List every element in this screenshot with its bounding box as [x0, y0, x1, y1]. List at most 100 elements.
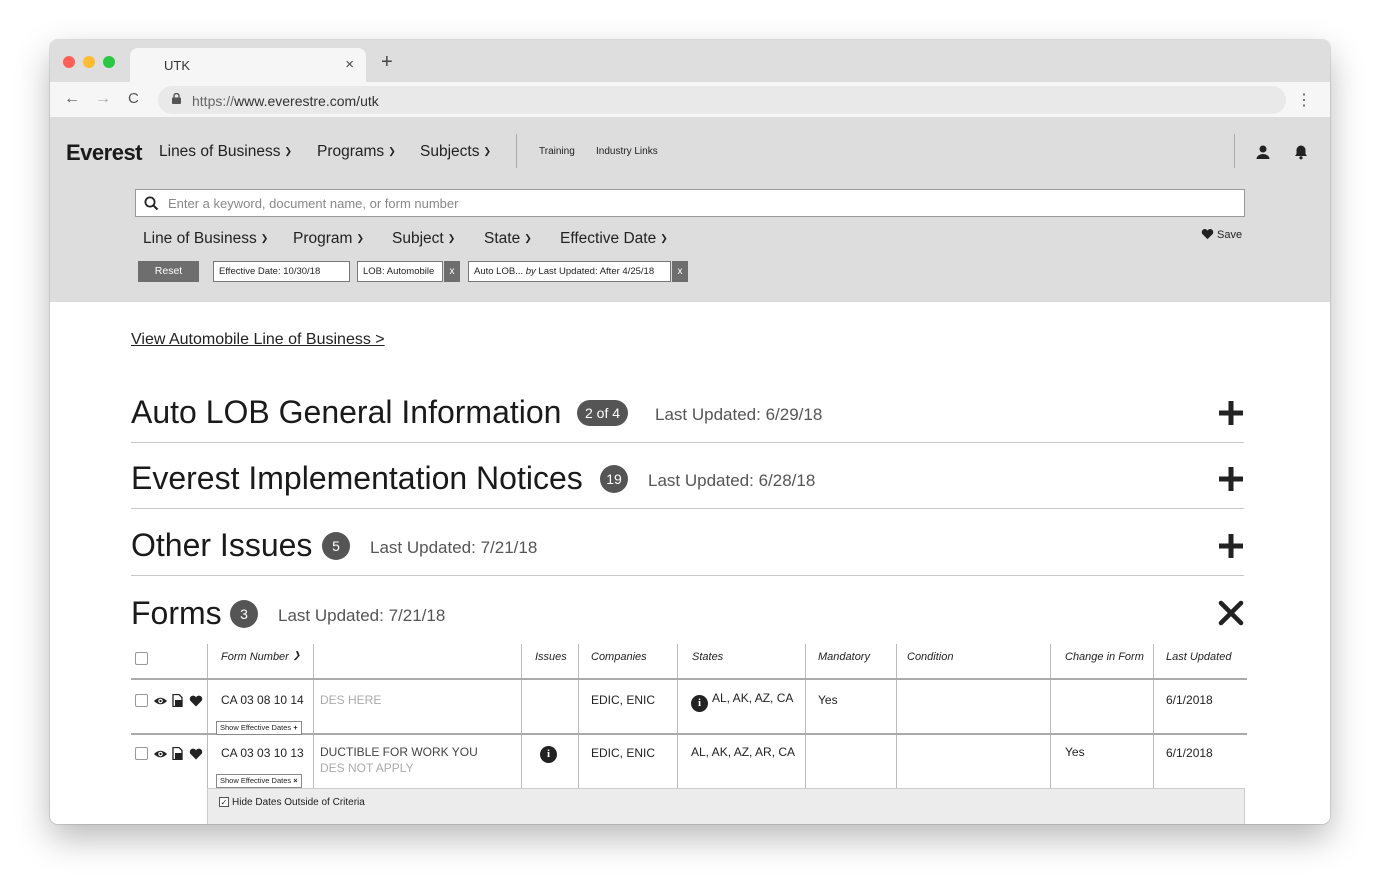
issues-info-icon[interactable]: i [540, 746, 557, 763]
filter-effective-date[interactable]: Effective Date ❯ [560, 230, 668, 248]
hide-dates-label[interactable]: Hide Dates Outside of Criteria [232, 797, 365, 808]
states-cell: i AL, AK, AZ, CA [691, 691, 793, 712]
section-auto-lob-general-information[interactable]: Auto LOB General Information 2 of 4 Last… [131, 394, 1244, 434]
filter-program[interactable]: Program ❯ [293, 230, 364, 248]
section-last-updated: Last Updated: 7/21/18 [278, 606, 446, 625]
remove-chip-last-updated-button[interactable]: x [672, 261, 688, 282]
nav-lines-of-business[interactable]: Lines of Business ❯ [159, 143, 292, 161]
url-scheme: https:// [192, 93, 235, 109]
filter-chip-last-updated[interactable]: Auto LOB... by Last Updated: After 4/25/… [468, 261, 671, 282]
everest-logo[interactable]: Everest [66, 140, 143, 166]
chip-label-suffix: Last Updated: After 4/25/18 [535, 266, 655, 277]
search-icon[interactable] [144, 196, 159, 211]
table-col-divider [677, 644, 678, 790]
back-arrow-icon[interactable]: ← [64, 90, 80, 108]
nav-label: Lines of Business [159, 143, 281, 160]
col-header-form-number[interactable]: Form Number ❯ [221, 650, 301, 663]
change-in-form-cell: Yes [1065, 745, 1085, 759]
section-count-badge: 5 [322, 532, 350, 560]
filter-line-of-business[interactable]: Line of Business ❯ [143, 230, 268, 248]
reload-icon[interactable]: C [128, 90, 139, 107]
remove-chip-lob-button[interactable]: x [444, 261, 460, 282]
section-title: Forms [131, 595, 222, 631]
show-effective-dates-label: Show Effective Dates [220, 723, 292, 732]
table-col-divider [896, 644, 897, 790]
heart-icon [1201, 229, 1214, 240]
filter-chip-lob[interactable]: LOB: Automobile [357, 261, 443, 282]
eye-icon[interactable] [153, 748, 168, 760]
hide-dates-checkbox[interactable]: ✓ [219, 797, 229, 807]
search-input[interactable] [168, 190, 1228, 216]
filter-label: Line of Business [143, 230, 257, 247]
forward-arrow-icon[interactable]: → [95, 90, 111, 108]
filter-subject[interactable]: Subject ❯ [392, 230, 455, 248]
collapse-close-icon[interactable] [1218, 600, 1244, 626]
show-effective-dates-button[interactable]: Show Effective Dates + [216, 721, 302, 735]
new-tab-button[interactable]: + [381, 52, 393, 72]
user-icon[interactable] [1255, 144, 1271, 160]
section-forms[interactable]: Forms 3 Last Updated: 7/21/18 [131, 595, 1244, 635]
filter-label: State [484, 230, 521, 247]
row-select-checkbox[interactable] [135, 694, 148, 707]
chevron-down-icon: ❯ [292, 650, 301, 660]
row-select-checkbox[interactable] [135, 747, 148, 760]
chevron-down-icon: ❯ [388, 146, 396, 156]
close-icon: × [293, 776, 298, 785]
nav-divider [1234, 134, 1235, 168]
section-count-badge: 3 [230, 600, 258, 628]
chevron-down-icon: ❯ [260, 233, 269, 243]
hide-effective-dates-button[interactable]: Show Effective Dates × [216, 774, 302, 788]
app-header: Everest Lines of Business ❯ Programs ❯ Sub… [50, 118, 1330, 302]
document-icon[interactable] [172, 746, 184, 761]
chip-label-by: by [525, 266, 536, 277]
section-everest-implementation-notices[interactable]: Everest Implementation Notices 19 Last U… [131, 460, 1244, 500]
nav-label: Programs [317, 143, 385, 160]
eye-icon[interactable] [153, 695, 168, 707]
filter-chip-effective-date[interactable]: Effective Date: 10/30/18 [213, 261, 350, 282]
section-last-updated: Last Updated: 6/28/18 [648, 471, 816, 490]
last-updated-cell: 6/1/2018 [1166, 693, 1213, 707]
chevron-down-icon: ❯ [483, 146, 491, 156]
table-col-divider [578, 644, 579, 790]
heart-icon[interactable] [189, 748, 203, 760]
search-box [135, 189, 1245, 217]
section-divider [131, 442, 1244, 443]
close-window-button[interactable] [63, 56, 75, 68]
minimize-window-button[interactable] [83, 56, 95, 68]
filter-label: Effective Date [560, 230, 657, 247]
tab-close-icon[interactable]: × [345, 56, 354, 73]
table-col-divider [1050, 644, 1051, 790]
save-button[interactable]: Save [1201, 228, 1242, 241]
browser-menu-icon[interactable]: ⋮ [1296, 90, 1312, 110]
url-field[interactable]: https://www.everestre.com/utk [158, 86, 1286, 114]
expand-plus-icon[interactable] [1218, 466, 1244, 492]
expand-plus-icon[interactable] [1218, 400, 1244, 426]
heart-icon[interactable] [189, 695, 203, 707]
chip-label-prefix: Auto LOB... [474, 266, 526, 277]
states-cell: AL, AK, AZ, AR, CA [691, 745, 796, 759]
states-text: AL, AK, AZ, CA [712, 691, 794, 705]
industry-links-link[interactable]: Industry Links [596, 146, 658, 157]
view-automobile-lob-link[interactable]: View Automobile Line of Business > [131, 331, 385, 349]
tab-strip: UTK × + [50, 40, 1330, 82]
info-icon[interactable]: i [691, 695, 708, 712]
training-link[interactable]: Training [539, 146, 575, 157]
col-header-last-updated: Last Updated [1166, 651, 1232, 663]
reset-button[interactable]: Reset [138, 261, 199, 282]
browser-tab[interactable]: UTK × [130, 48, 366, 82]
bell-icon[interactable] [1293, 144, 1309, 160]
filter-state[interactable]: State ❯ [484, 230, 532, 248]
form-number[interactable]: CA 03 03 10 13 [221, 746, 304, 760]
form-number[interactable]: CA 03 08 10 14 [221, 693, 304, 707]
section-other-issues[interactable]: Other Issues 5 Last Updated: 7/21/18 [131, 527, 1244, 567]
nav-label: Subjects [420, 143, 480, 160]
tab-title: UTK [164, 58, 190, 73]
expand-plus-icon[interactable] [1218, 533, 1244, 559]
table-col-divider [521, 644, 522, 790]
select-all-checkbox[interactable] [135, 652, 148, 665]
document-icon[interactable] [172, 693, 184, 708]
nav-subjects[interactable]: Subjects ❯ [420, 143, 491, 161]
plus-icon: + [293, 723, 298, 732]
maximize-window-button[interactable] [103, 56, 115, 68]
nav-programs[interactable]: Programs ❯ [317, 143, 396, 161]
